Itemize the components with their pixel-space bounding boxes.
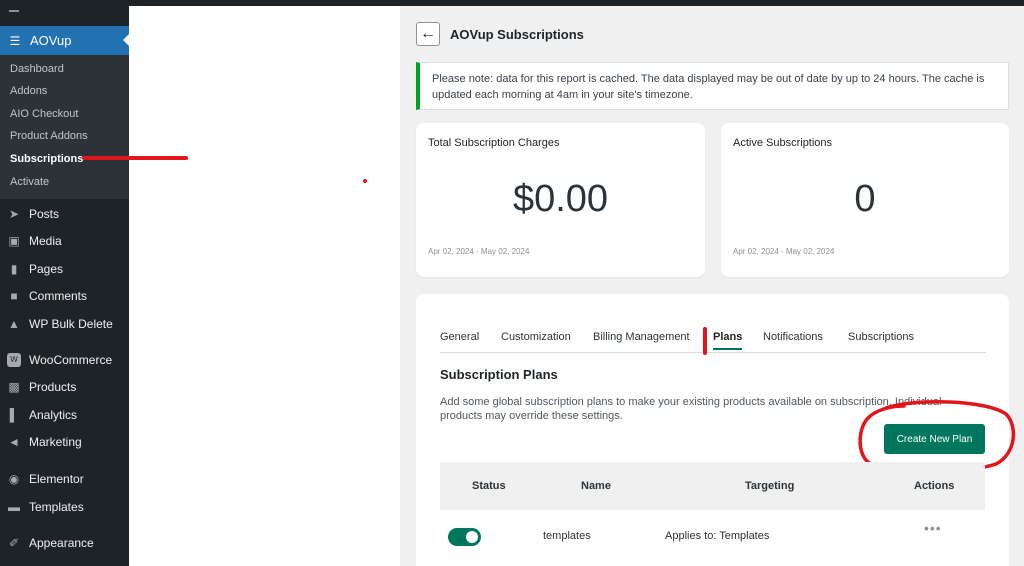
sidebar-item-label: WooCommerce: [29, 353, 113, 367]
submenu-item-dashboard[interactable]: Dashboard: [10, 63, 64, 75]
tab-customization[interactable]: Customization: [501, 331, 571, 343]
annotation-underline: [82, 156, 188, 160]
sidebar-item-label: Templates: [29, 500, 84, 514]
sidebar-item-wp-bulk-delete[interactable]: ▲ WP Bulk Delete: [0, 311, 129, 337]
sidebar-item-label: Posts: [29, 207, 60, 221]
sidebar-item-label: Elementor: [29, 472, 84, 486]
sidebar-item-appearance[interactable]: ✐ Appearance: [0, 530, 129, 556]
woocommerce-icon: W: [7, 353, 21, 367]
tab-notifications[interactable]: Notifications: [763, 331, 823, 343]
elementor-icon: ◉: [8, 472, 20, 486]
sidebar-item-label: Media: [29, 234, 62, 248]
admin-sidebar: ☰ AOVup Dashboard Addons AIO Checkout Pr…: [0, 6, 129, 566]
notice-text: Please note: data for this report is cac…: [432, 73, 985, 101]
products-icon: ▩: [8, 380, 20, 394]
card-date-range: Apr 02, 2024 - May 02, 2024: [428, 247, 530, 256]
section-title: Subscription Plans: [440, 367, 558, 382]
card-value: 0: [854, 178, 876, 220]
active-subscriptions-card: Active Subscriptions 0 Apr 02, 2024 - Ma…: [721, 123, 1009, 277]
settings-panel: General Customization Billing Management…: [416, 294, 1016, 566]
tab-billing-management[interactable]: Billing Management: [593, 331, 690, 343]
sidebar-item-label: Comments: [29, 289, 88, 303]
submenu-item-aio-checkout[interactable]: AIO Checkout: [10, 108, 78, 120]
column-header-status: Status: [472, 480, 506, 492]
card-title: Active Subscriptions: [733, 137, 833, 149]
sidebar-item-comments[interactable]: ■ Comments: [0, 283, 129, 309]
status-toggle[interactable]: [448, 528, 481, 546]
total-charges-card: Total Subscription Charges $0.00 Apr 02,…: [416, 123, 705, 277]
column-header-actions: Actions: [914, 480, 955, 492]
plan-targeting: Applies to: Templates: [665, 530, 770, 542]
more-actions-icon[interactable]: •••: [924, 520, 942, 536]
sidebar-item-label: Products: [29, 380, 77, 394]
submenu-item-activate[interactable]: Activate: [10, 176, 49, 188]
submenu-item-subscriptions[interactable]: Subscriptions: [10, 153, 83, 165]
aovup-submenu: Dashboard Addons AIO Checkout Product Ad…: [0, 55, 129, 199]
tab-subscriptions[interactable]: Subscriptions: [848, 331, 914, 343]
card-value: $0.00: [512, 178, 609, 220]
sidebar-item-products[interactable]: ▩ Products: [0, 374, 129, 400]
annotation-tick: [703, 327, 707, 355]
trash-icon: ▲: [8, 317, 20, 331]
sidebar-item-woocommerce[interactable]: W WooCommerce: [0, 347, 129, 373]
sidebar-item-label: Pages: [29, 262, 64, 276]
sidebar-item-label: Appearance: [29, 536, 94, 550]
sidebar-item-label: AOVup: [30, 33, 72, 48]
media-icon: ▣: [8, 234, 20, 248]
annotation-dot: [363, 179, 367, 183]
megaphone-icon: ◄: [8, 435, 20, 449]
column-header-name: Name: [581, 480, 611, 492]
submenu-item-product-addons[interactable]: Product Addons: [10, 130, 88, 142]
sidebar-item-label: Marketing: [29, 435, 82, 449]
analytics-icon: ▌: [9, 408, 19, 422]
tab-plans[interactable]: Plans: [713, 331, 743, 350]
card-title: Total Subscription Charges: [428, 137, 560, 149]
sidebar-item-templates[interactable]: ▬ Templates: [0, 494, 129, 520]
sidebar-item-posts[interactable]: ➤ Posts: [0, 201, 129, 227]
back-button[interactable]: ←: [416, 22, 440, 46]
card-date-range: Apr 02, 2024 - May 02, 2024: [733, 247, 835, 256]
comments-icon: ■: [10, 289, 18, 303]
sidebar-item-aovup[interactable]: ☰ AOVup: [0, 26, 129, 55]
page-title: AOVup Subscriptions: [450, 27, 584, 42]
sidebar-item-analytics[interactable]: ▌ Analytics: [0, 402, 129, 428]
collapse-menu-icon[interactable]: [9, 10, 19, 12]
sidebar-item-elementor[interactable]: ◉ Elementor: [0, 466, 129, 492]
tab-general[interactable]: General: [440, 331, 479, 343]
table-row: templates Applies to: Templates •••: [440, 510, 985, 566]
sidebar-item-label: WP Bulk Delete: [29, 317, 113, 331]
brush-icon: ✐: [8, 536, 20, 550]
folder-icon: ▬: [8, 500, 20, 514]
submenu-item-addons[interactable]: Addons: [10, 85, 47, 97]
pin-icon: ➤: [8, 207, 20, 221]
sidebar-item-label: Analytics: [29, 408, 78, 422]
table-header: Status Name Targeting Actions: [440, 462, 985, 510]
cart-icon: ☰: [9, 33, 21, 48]
sidebar-item-marketing[interactable]: ◄ Marketing: [0, 429, 129, 455]
column-header-targeting: Targeting: [745, 480, 795, 492]
arrow-left-icon: ←: [420, 25, 436, 42]
tab-bar: General Customization Billing Management…: [440, 331, 986, 353]
pages-icon: ▮: [10, 262, 18, 276]
sidebar-item-pages[interactable]: ▮ Pages: [0, 256, 129, 282]
plan-name: templates: [543, 530, 591, 542]
cache-notice: Please note: data for this report is cac…: [416, 62, 1009, 110]
sidebar-item-media[interactable]: ▣ Media: [0, 228, 129, 254]
